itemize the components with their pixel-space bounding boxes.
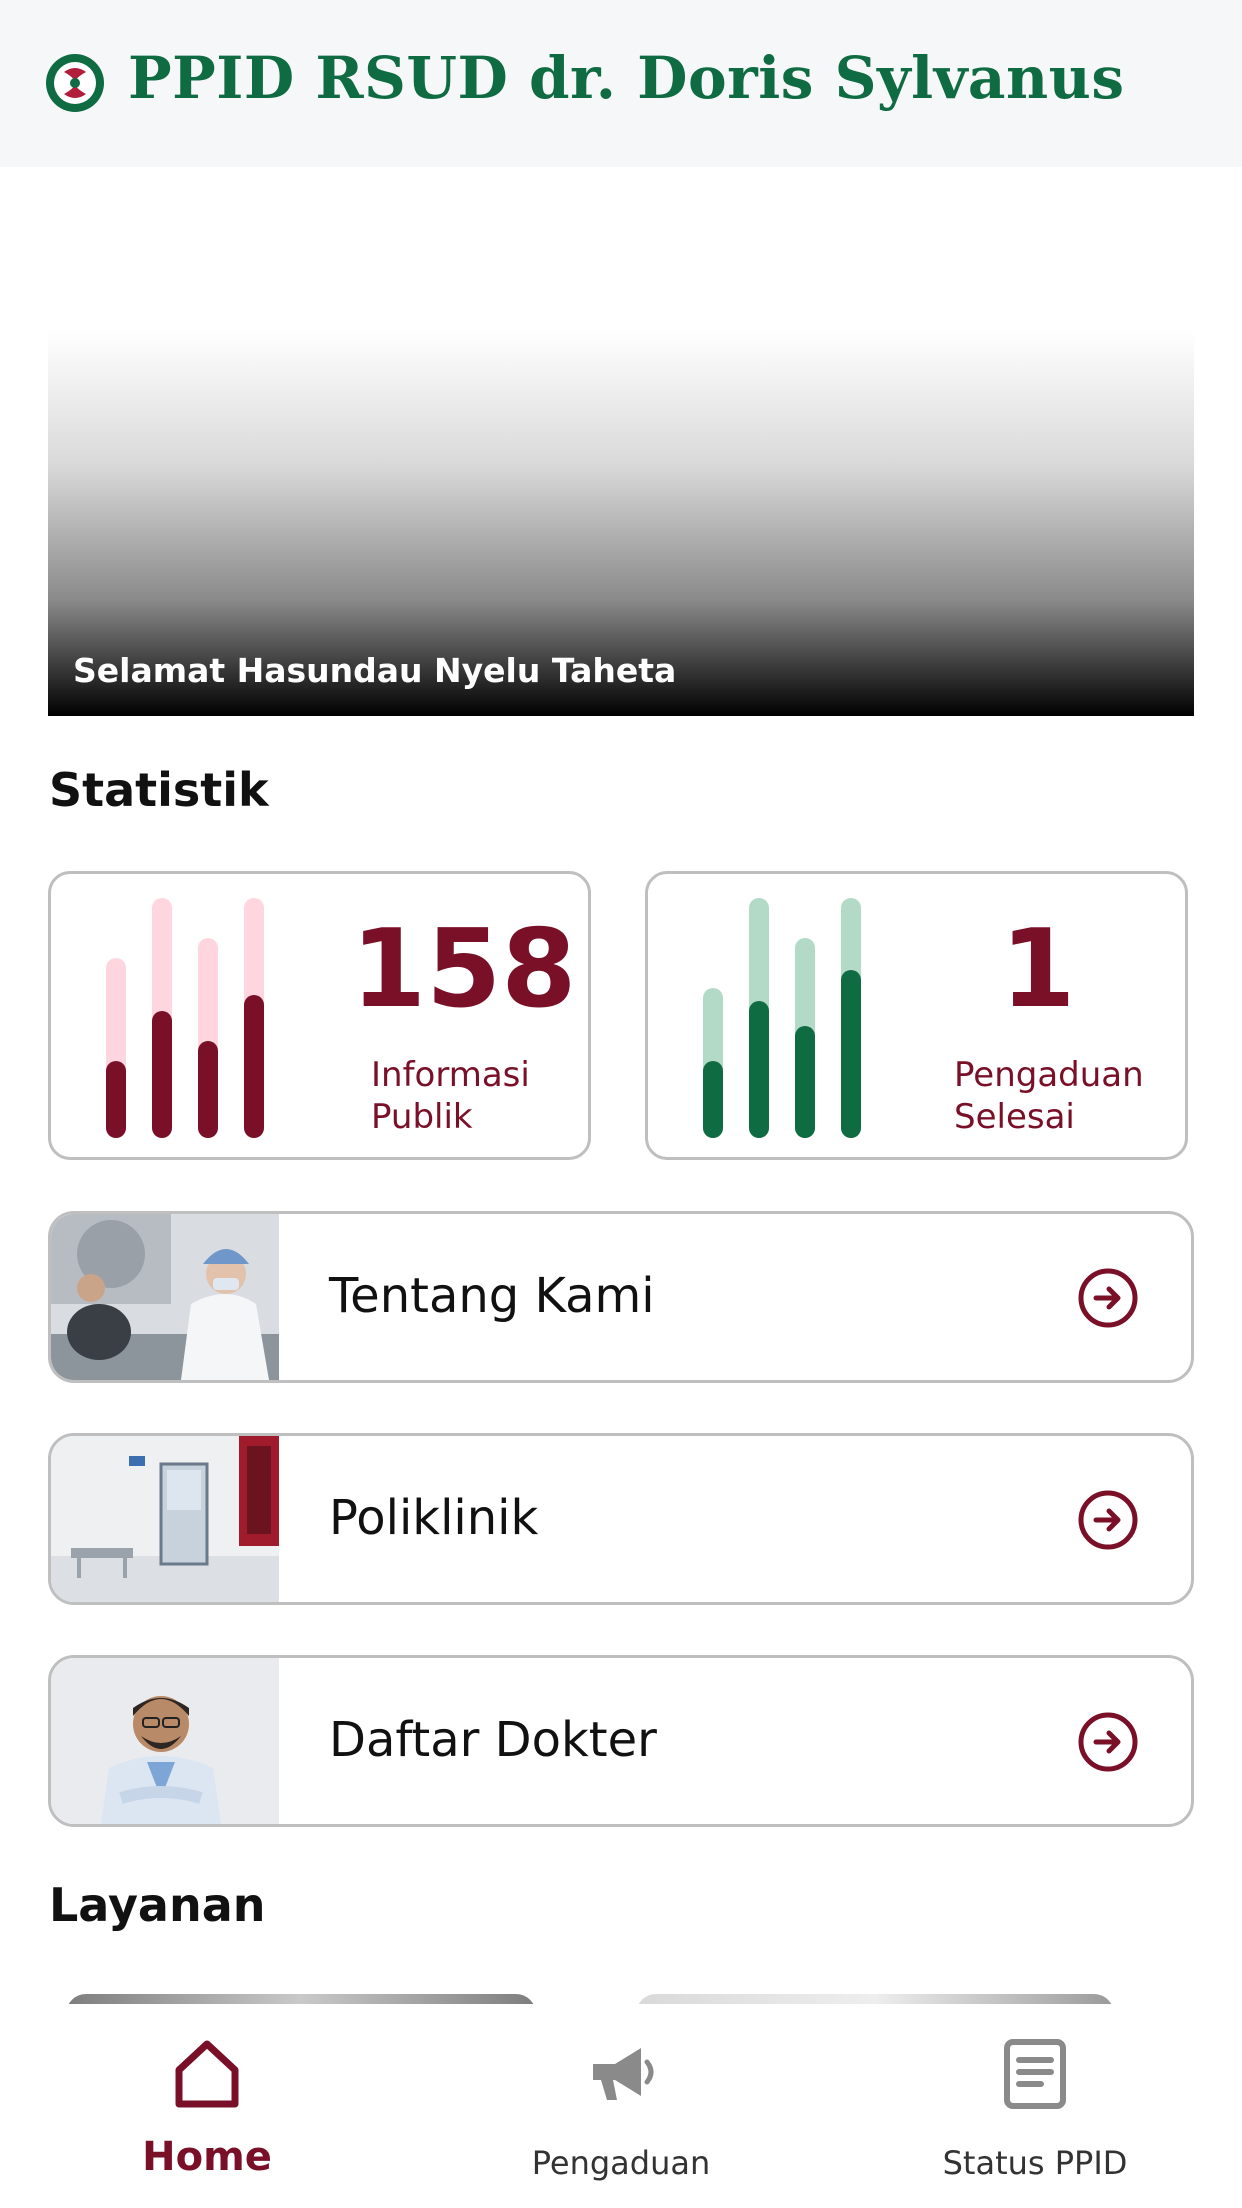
stat-card-pengaduan-selesai[interactable]: 1 Pengaduan Selesai (645, 871, 1188, 1160)
nav-pengaduan[interactable]: Pengaduan (414, 2004, 828, 2208)
menu-card-daftar-dokter[interactable]: Daftar Dokter (48, 1655, 1194, 1827)
stat-label-pengaduan-selesai: Pengaduan Selesai (954, 1055, 1144, 1137)
app-title: PPID RSUD dr. Doris Sylvanus (128, 44, 1125, 112)
bottom-nav: Home Pengaduan Status PPID (0, 2004, 1242, 2208)
hospital-logo-icon (46, 54, 104, 112)
nav-label-home: Home (142, 2134, 272, 2180)
lab-staff-photo (51, 1214, 279, 1380)
clinic-room-photo (51, 1436, 279, 1602)
home-icon (175, 2040, 239, 2108)
nav-home[interactable]: Home (0, 2004, 414, 2208)
hero-banner[interactable]: Selamat Hasundau Nyelu Taheta (48, 330, 1194, 716)
bar-chart-icon (703, 898, 861, 1138)
stat-value-informasi-publik: 158 (351, 907, 577, 1032)
layanan-title: Layanan (49, 1878, 266, 1932)
app-header: PPID RSUD dr. Doris Sylvanus (0, 0, 1242, 167)
menu-label-daftar-dokter: Daftar Dokter (329, 1712, 657, 1768)
hero-caption: Selamat Hasundau Nyelu Taheta (73, 651, 677, 690)
arrow-right-circle-icon[interactable] (1077, 1711, 1139, 1773)
menu-label-tentang-kami: Tentang Kami (329, 1268, 655, 1324)
menu-label-poliklinik: Poliklinik (329, 1490, 539, 1546)
arrow-right-circle-icon[interactable] (1077, 1267, 1139, 1329)
nav-label-status-ppid: Status PPID (942, 2144, 1128, 2182)
arrow-right-circle-icon[interactable] (1077, 1489, 1139, 1551)
document-icon (1004, 2039, 1066, 2109)
menu-card-poliklinik[interactable]: Poliklinik (48, 1433, 1194, 1605)
stat-label-informasi-publik: Informasi Publik (371, 1055, 530, 1137)
megaphone-icon (593, 2048, 654, 2100)
doctor-photo (51, 1658, 279, 1824)
menu-card-tentang-kami[interactable]: Tentang Kami (48, 1211, 1194, 1383)
nav-label-pengaduan: Pengaduan (531, 2144, 711, 2182)
stat-value-pengaduan-selesai: 1 (1000, 907, 1076, 1032)
statistik-title: Statistik (49, 763, 269, 817)
nav-status-ppid[interactable]: Status PPID (828, 2004, 1242, 2208)
bar-chart-icon (106, 898, 264, 1138)
stat-card-informasi-publik[interactable]: 158 Informasi Publik (48, 871, 591, 1160)
